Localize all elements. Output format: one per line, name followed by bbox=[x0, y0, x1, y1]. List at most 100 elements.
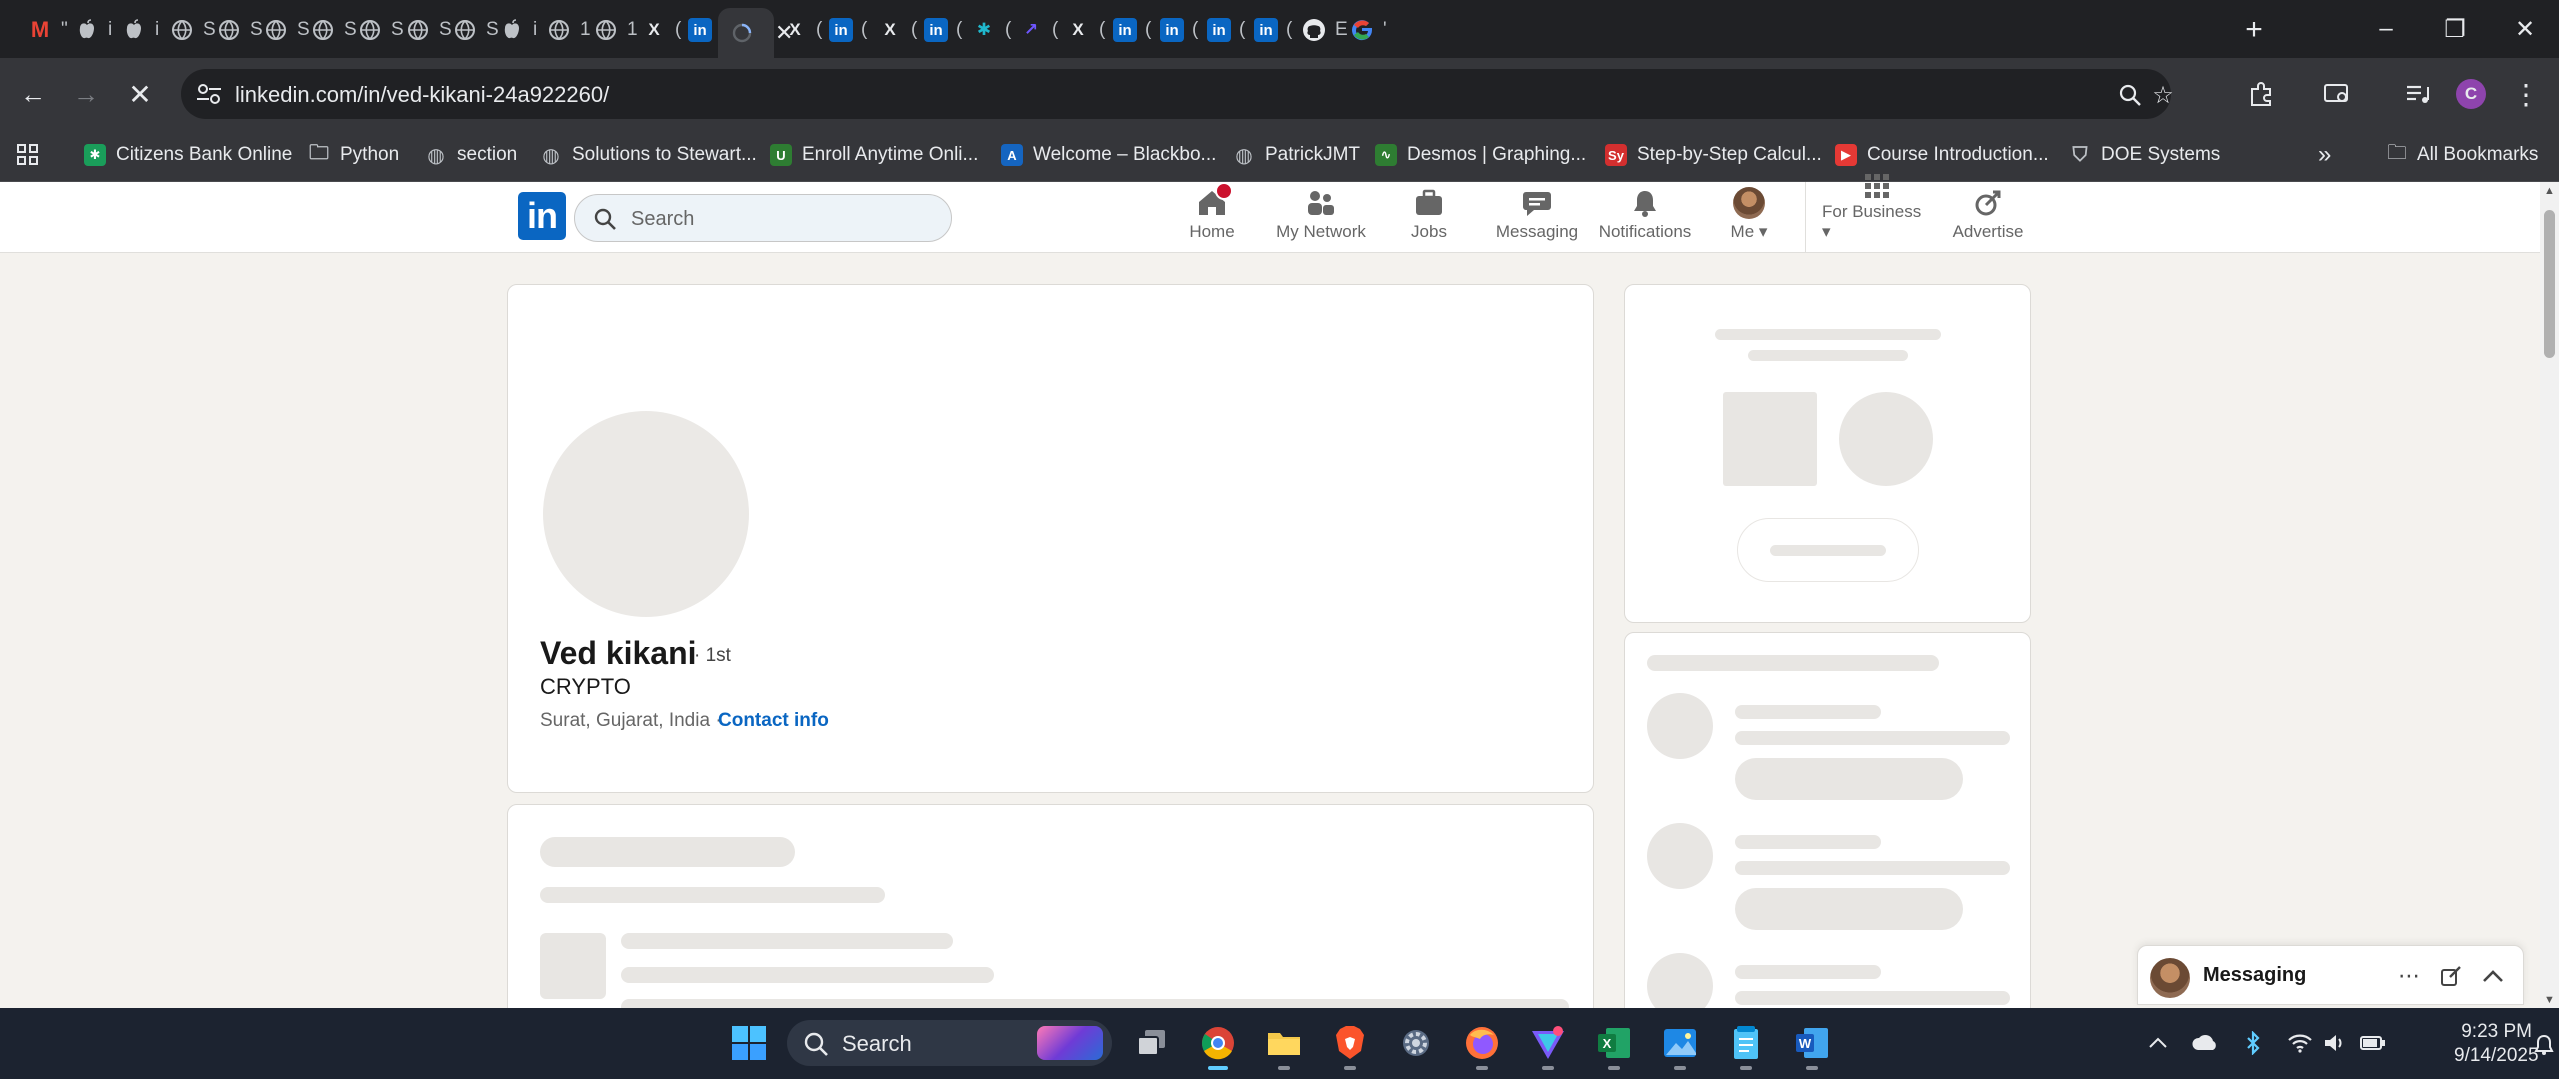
settings-gear-icon[interactable] bbox=[1395, 1022, 1437, 1064]
notification-bell-icon[interactable] bbox=[2533, 1030, 2555, 1060]
bookmark-item[interactable]: ◍ Solutions to Stewart... bbox=[540, 140, 757, 170]
nav-for-business[interactable]: For Business ▾ bbox=[1822, 174, 1932, 250]
bookmark-item[interactable]: ◍ section bbox=[425, 140, 517, 170]
nav-me[interactable]: Me ▾ bbox=[1727, 186, 1771, 250]
scrollbar-thumb[interactable] bbox=[2544, 210, 2555, 358]
skeleton-bar bbox=[1735, 705, 1881, 719]
bookmark-label: Enroll Anytime Onli... bbox=[802, 144, 979, 165]
skeleton-button bbox=[1737, 518, 1919, 582]
linkedin-search-box[interactable] bbox=[574, 194, 952, 242]
bookmark-label: Desmos | Graphing... bbox=[1407, 144, 1587, 165]
forward-icon[interactable]: → bbox=[68, 76, 104, 112]
taskbar-clock[interactable]: 9:23 PM 9/14/2025 bbox=[2454, 1020, 2539, 1068]
nav-advertise[interactable]: Advertise bbox=[1952, 186, 2024, 250]
citizens-icon: ✱ bbox=[84, 144, 106, 166]
volume-icon[interactable] bbox=[2320, 1028, 2350, 1058]
close-window-icon[interactable]: ✕ bbox=[2505, 12, 2545, 46]
globe-icon: ◍ bbox=[427, 144, 445, 167]
nav-notifications[interactable]: Notifications bbox=[1598, 186, 1692, 250]
profile-avatar[interactable]: C bbox=[2456, 79, 2486, 109]
scroll-down-arrow-icon[interactable]: ▼ bbox=[2543, 993, 2556, 1006]
cast-search-icon[interactable] bbox=[2319, 76, 2355, 112]
minimize-icon[interactable]: – bbox=[2366, 12, 2406, 46]
bookmark-item[interactable]: ∿ Desmos | Graphing... bbox=[1375, 140, 1586, 170]
windows-start-icon[interactable] bbox=[728, 1022, 770, 1064]
nav-messaging[interactable]: Messaging bbox=[1495, 186, 1579, 250]
notepad-icon[interactable] bbox=[1725, 1022, 1767, 1070]
arrow-app-icon: ↗ bbox=[1023, 20, 1039, 39]
brave-browser-icon[interactable] bbox=[1329, 1022, 1371, 1070]
gmail-icon: M bbox=[30, 17, 50, 42]
linkedin-logo[interactable]: in bbox=[518, 192, 566, 240]
scroll-up-arrow-icon[interactable]: ▲ bbox=[2543, 184, 2556, 197]
contact-info-link[interactable]: Contact info bbox=[718, 710, 829, 732]
firefox-icon[interactable] bbox=[1461, 1022, 1503, 1070]
skeleton-bar bbox=[540, 887, 885, 903]
taskbar-search-box[interactable]: Search bbox=[787, 1020, 1112, 1066]
search-input[interactable] bbox=[631, 205, 931, 233]
bookmark-item[interactable]: A Welcome – Blackbo... bbox=[1001, 140, 1216, 170]
skeleton-circle bbox=[1839, 392, 1933, 486]
back-icon[interactable]: ← bbox=[15, 76, 51, 112]
photos-app-icon[interactable] bbox=[1659, 1022, 1701, 1070]
messaging-overlay-bar[interactable]: Messaging ⋯ bbox=[2137, 945, 2524, 1005]
nav-jobs[interactable]: Jobs bbox=[1407, 186, 1451, 250]
site-info-icon[interactable] bbox=[195, 81, 223, 107]
restore-icon[interactable]: ❐ bbox=[2435, 12, 2475, 46]
bookmark-item[interactable]: ✱ Citizens Bank Online bbox=[84, 140, 292, 170]
excel-icon[interactable]: X bbox=[1593, 1022, 1635, 1070]
bookmark-item[interactable]: ⛉ DOE Systems bbox=[2069, 140, 2221, 170]
advertise-icon bbox=[1971, 186, 2005, 220]
address-bar[interactable]: linkedin.com/in/ved-kikani-24a922260/ ☆ bbox=[181, 69, 2174, 119]
apps-grid-icon[interactable] bbox=[16, 140, 40, 170]
profile-name: Ved kikani bbox=[540, 635, 697, 671]
bookmark-label: Citizens Bank Online bbox=[116, 144, 293, 165]
bookmark-item[interactable]: ▶ Course Introduction... bbox=[1835, 140, 2049, 170]
page-scrollbar[interactable]: ▲ ▼ bbox=[2540, 182, 2559, 1008]
wifi-icon[interactable] bbox=[2285, 1028, 2315, 1058]
browser-tab[interactable]: ' bbox=[1336, 8, 1397, 52]
globe-icon bbox=[452, 17, 478, 43]
globe-icon: ◍ bbox=[542, 144, 560, 167]
bookmark-star-icon[interactable]: ☆ bbox=[2147, 79, 2179, 111]
chevron-up-icon[interactable] bbox=[2478, 961, 2508, 991]
messaging-avatar bbox=[2150, 958, 2190, 998]
bookmark-label: section bbox=[457, 144, 518, 165]
bookmark-item[interactable]: 🗀 Python bbox=[308, 140, 399, 170]
profile-photo-placeholder[interactable] bbox=[543, 411, 749, 617]
skeleton-button bbox=[1735, 758, 1963, 800]
all-bookmarks-button[interactable]: 🗀 All Bookmarks bbox=[2387, 140, 2538, 170]
skeleton-bar bbox=[621, 967, 994, 983]
extensions-icon[interactable] bbox=[2243, 76, 2279, 112]
grid-icon bbox=[1860, 172, 1894, 200]
task-view-icon[interactable] bbox=[1131, 1022, 1173, 1064]
more-bookmarks-icon[interactable]: » bbox=[2318, 140, 2331, 170]
bookmark-item[interactable]: Sy Step-by-Step Calcul... bbox=[1605, 140, 1822, 170]
bookmark-item[interactable]: ◍ PatrickJMT bbox=[1233, 140, 1360, 170]
more-options-icon[interactable]: ⋯ bbox=[2394, 961, 2424, 991]
bluetooth-icon[interactable] bbox=[2238, 1028, 2268, 1058]
onedrive-cloud-icon[interactable] bbox=[2190, 1028, 2220, 1058]
file-explorer-icon[interactable] bbox=[1263, 1022, 1305, 1070]
zoom-icon[interactable] bbox=[2114, 79, 2146, 111]
media-controls-icon[interactable] bbox=[2400, 76, 2436, 112]
browser-tab-strip: M"iiSSSSSSSi11X(in(\✕X(in(X(in(✱(↗(X(in(… bbox=[0, 0, 2559, 58]
compose-icon[interactable] bbox=[2436, 961, 2466, 991]
new-tab-button[interactable]: + bbox=[2238, 13, 2270, 46]
word-icon[interactable]: W bbox=[1791, 1022, 1833, 1070]
bookmark-label: Python bbox=[340, 144, 400, 165]
svg-text:W: W bbox=[1799, 1036, 1812, 1051]
battery-icon[interactable] bbox=[2358, 1028, 2388, 1058]
show-hidden-icons-chevron-icon[interactable] bbox=[2143, 1028, 2173, 1058]
skeleton-button bbox=[1735, 888, 1963, 930]
browser-tab[interactable]: \✕ bbox=[718, 8, 793, 58]
snipping-tool-icon[interactable] bbox=[1527, 1022, 1569, 1070]
apple-icon bbox=[499, 17, 525, 43]
bookmark-item[interactable]: U Enroll Anytime Onli... bbox=[770, 140, 978, 170]
nav-home[interactable]: Home bbox=[1186, 182, 1238, 250]
nav-my-network[interactable]: My Network bbox=[1271, 186, 1371, 250]
notifications-icon bbox=[1628, 186, 1662, 220]
chrome-taskbar-icon[interactable] bbox=[1197, 1022, 1239, 1070]
chrome-menu-icon[interactable]: ⋮ bbox=[2508, 76, 2544, 112]
stop-loading-icon[interactable]: ✕ bbox=[122, 76, 158, 112]
